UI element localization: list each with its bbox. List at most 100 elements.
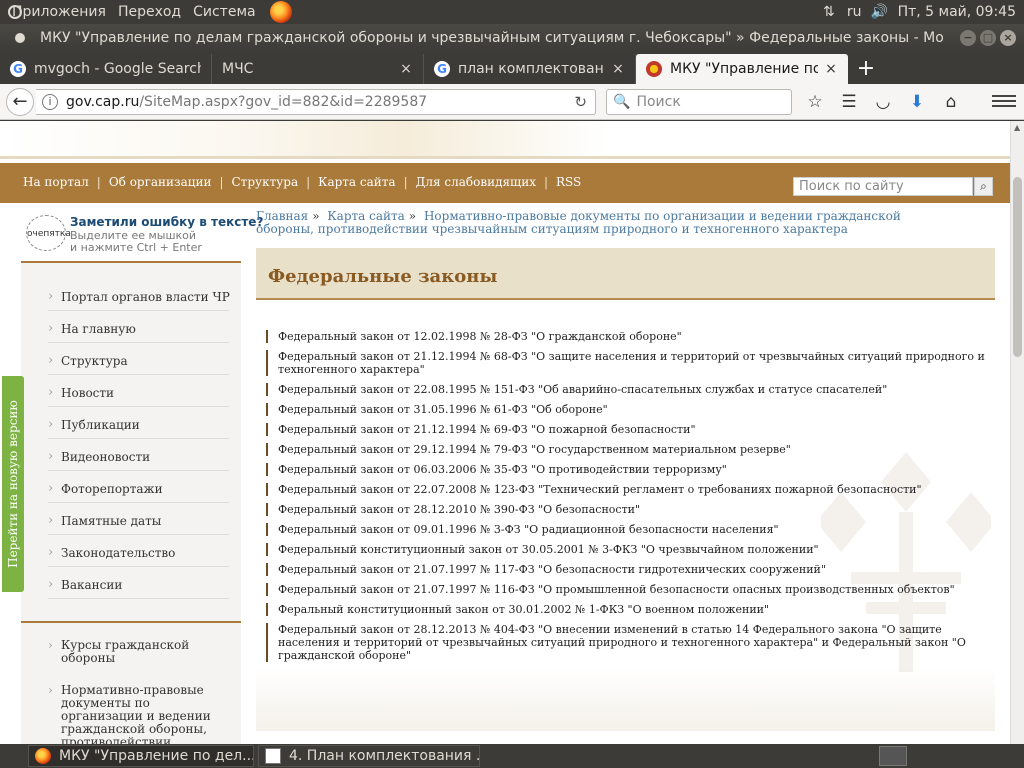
keyboard-layout[interactable]: ru bbox=[847, 4, 862, 20]
crest-icon bbox=[646, 61, 662, 77]
law-link[interactable]: Федеральный закон от 21.07.1997 № 117-ФЗ… bbox=[266, 563, 986, 576]
google-icon: G bbox=[10, 61, 26, 77]
nav-link-structure[interactable]: Структура bbox=[232, 175, 299, 189]
tab-label: mvgoch - Google Search bbox=[34, 61, 201, 77]
taskbar-firefox-window[interactable]: МКУ "Управление по дел... bbox=[28, 745, 254, 767]
scroll-up-icon[interactable]: ▲ bbox=[1014, 123, 1020, 132]
system-tray: ⇅ ru 🔊 Пт, 5 май, 09:45 bbox=[821, 0, 1024, 24]
download-icon[interactable]: ⬇ bbox=[904, 89, 930, 115]
law-link[interactable]: Феральный конституционный закон от 30.01… bbox=[266, 603, 986, 616]
scrollbar-thumb[interactable] bbox=[1013, 177, 1022, 357]
sidebar-sub-item-courses[interactable]: Курсы гражданской обороны bbox=[48, 639, 228, 665]
url-domain: gov.cap.ru bbox=[66, 93, 140, 110]
law-link[interactable]: Федеральный закон от 09.01.1996 № 3-ФЗ "… bbox=[266, 523, 986, 536]
sidebar-item-video-news[interactable]: Видеоновости bbox=[48, 439, 229, 475]
orphus-logo: очепятка bbox=[26, 215, 71, 251]
orphus-widget: очепятка Заметили ошибку в тексте? Выдел… bbox=[26, 215, 263, 255]
law-link[interactable]: Федеральный закон от 31.05.1996 № 61-ФЗ … bbox=[266, 403, 986, 416]
url-path: /SiteMap.aspx?gov_id=882&id=2289587 bbox=[139, 93, 428, 110]
law-link[interactable]: Федеральный закон от 21.12.1994 № 68-ФЗ … bbox=[266, 350, 986, 376]
sidebar-divider bbox=[21, 621, 241, 623]
close-tab-icon[interactable]: × bbox=[611, 61, 625, 77]
law-link[interactable]: Федеральный закон от 22.07.2008 № 123-ФЗ… bbox=[266, 483, 986, 496]
breadcrumb-sitemap[interactable]: Карта сайта bbox=[327, 209, 404, 223]
menu-places[interactable]: Переход bbox=[118, 4, 181, 20]
minimize-button[interactable]: − bbox=[960, 30, 976, 46]
close-window-button[interactable]: × bbox=[1000, 30, 1016, 46]
law-link[interactable]: Федеральный закон от 21.12.1994 № 69-ФЗ … bbox=[266, 423, 986, 436]
sidebar-item-publications[interactable]: Публикации bbox=[48, 407, 229, 443]
tab-mku-active[interactable]: МКУ "Управление по делам × bbox=[636, 54, 848, 84]
menu-system[interactable]: Система bbox=[193, 4, 255, 20]
sidebar-sub-item-normative[interactable]: Нормативно-правовые документы по организ… bbox=[48, 684, 228, 745]
ubuntu-logo-icon[interactable] bbox=[8, 5, 22, 19]
law-link[interactable]: Федеральный закон от 12.02.1998 № 28-ФЗ … bbox=[266, 330, 986, 343]
browser-search-input[interactable]: 🔍 Поиск bbox=[606, 88, 792, 115]
back-button[interactable]: ← bbox=[6, 87, 34, 116]
new-version-button[interactable]: Перейти на новую версию bbox=[2, 376, 24, 592]
network-arrows-icon[interactable]: ⇅ bbox=[821, 4, 837, 20]
page-viewport: На портал | Об организации | Структура | Ка… bbox=[0, 121, 1024, 744]
bookmark-star-icon[interactable]: ☆ bbox=[802, 89, 828, 115]
breadcrumb-home[interactable]: Главная bbox=[256, 209, 308, 223]
sidebar-item-vacancies[interactable]: Вакансии bbox=[48, 567, 229, 603]
law-link[interactable]: Федеральный закон от 21.07.1997 № 116-ФЗ… bbox=[266, 583, 986, 596]
tab-google-search[interactable]: G mvgoch - Google Search bbox=[0, 54, 212, 84]
site-search-input[interactable]: Поиск по сайту bbox=[793, 177, 973, 196]
close-tab-icon[interactable]: × bbox=[824, 61, 838, 77]
law-link[interactable]: Федеральный конституционный закон от 30.… bbox=[266, 543, 986, 556]
firefox-icon bbox=[35, 748, 51, 764]
web-page: На портал | Об организации | Структура | Ка… bbox=[0, 121, 1010, 744]
sidebar-item-memorable-dates[interactable]: Памятные даты bbox=[48, 503, 229, 539]
reader-list-icon[interactable]: ☰ bbox=[836, 89, 862, 115]
page-scrollbar[interactable]: ▲ bbox=[1010, 121, 1024, 744]
law-link[interactable]: Федеральный закон от 06.03.2006 № 35-ФЗ … bbox=[266, 463, 986, 476]
sidebar-item-structure[interactable]: Структура bbox=[48, 343, 229, 379]
window-titlebar: МКУ "Управление по делам гражданской обо… bbox=[0, 24, 1024, 52]
law-link[interactable]: Федеральный закон от 28.12.2013 № 404-ФЗ… bbox=[266, 623, 986, 662]
workspace-switcher[interactable] bbox=[879, 746, 907, 766]
site-search-icon[interactable]: ⌕ bbox=[974, 177, 993, 196]
tab-label: план комплектования bbox=[458, 61, 605, 77]
close-tab-icon[interactable]: × bbox=[399, 61, 413, 77]
content-body: Федеральный закон от 12.02.1998 № 28-ФЗ … bbox=[256, 302, 995, 731]
top-panel: Приложения Переход Система ⇅ ru 🔊 Пт, 5 … bbox=[0, 0, 1024, 24]
maximize-button[interactable]: □ bbox=[980, 30, 996, 46]
tab-mchs[interactable]: МЧС × bbox=[212, 54, 424, 84]
sidebar-item-photo-reports[interactable]: Фоторепортажи bbox=[48, 471, 229, 507]
nav-link-rss[interactable]: RSS bbox=[556, 175, 581, 189]
sidebar-sub-links: Курсы гражданской обороны Нормативно-пра… bbox=[48, 639, 228, 745]
url-bar[interactable]: i gov.cap.ru /SiteMap.aspx?gov_id=882&id… bbox=[36, 88, 596, 115]
law-link[interactable]: Федеральный закон от 28.12.2010 № 390-ФЗ… bbox=[266, 503, 986, 516]
law-link[interactable]: Федеральный закон от 22.08.1995 № 151-ФЗ… bbox=[266, 383, 986, 396]
search-placeholder: Поиск bbox=[636, 93, 681, 110]
sidebar-item-portal[interactable]: Портал органов власти ЧР bbox=[48, 279, 230, 315]
orphus-hint-line: и нажмите Ctrl + Enter bbox=[70, 241, 202, 254]
nav-link-portal[interactable]: На портал bbox=[23, 175, 89, 189]
info-icon[interactable]: i bbox=[42, 93, 58, 110]
tab-bar: G mvgoch - Google Search МЧС × G план ко… bbox=[0, 52, 1024, 84]
menu-applications[interactable]: Приложения bbox=[12, 4, 106, 20]
firefox-launcher-icon[interactable] bbox=[270, 1, 292, 23]
volume-icon[interactable]: 🔊 bbox=[871, 4, 888, 20]
reload-icon[interactable]: ↻ bbox=[574, 93, 587, 111]
tab-plan[interactable]: G план комплектования × bbox=[424, 54, 636, 84]
law-link[interactable]: Федеральный закон от 29.12.1994 № 79-ФЗ … bbox=[266, 443, 986, 456]
taskbar-label: МКУ "Управление по дел... bbox=[59, 748, 254, 764]
nav-link-about[interactable]: Об организации bbox=[109, 175, 212, 189]
window-menu-icon[interactable] bbox=[15, 33, 25, 43]
pocket-icon[interactable]: ◡ bbox=[870, 89, 896, 115]
sidebar-item-news[interactable]: Новости bbox=[48, 375, 229, 411]
hamburger-menu-icon[interactable] bbox=[992, 89, 1016, 113]
new-tab-button[interactable]: + bbox=[848, 54, 884, 84]
nav-link-accessible[interactable]: Для слабовидящих bbox=[416, 175, 536, 189]
nav-link-sitemap[interactable]: Карта сайта bbox=[318, 175, 395, 189]
sidebar-item-home[interactable]: На главную bbox=[48, 311, 229, 347]
taskbar-label: 4. План комплектования ... bbox=[289, 748, 480, 764]
sidebar-item-legislation[interactable]: Законодательство bbox=[48, 535, 229, 571]
clock[interactable]: Пт, 5 май, 09:45 bbox=[898, 4, 1016, 20]
laws-list: Федеральный закон от 12.02.1998 № 28-ФЗ … bbox=[266, 330, 986, 669]
new-version-label: Перейти на новую версию bbox=[6, 400, 20, 568]
taskbar-document-window[interactable]: 4. План комплектования ... bbox=[258, 745, 480, 767]
home-icon[interactable]: ⌂ bbox=[938, 89, 964, 115]
